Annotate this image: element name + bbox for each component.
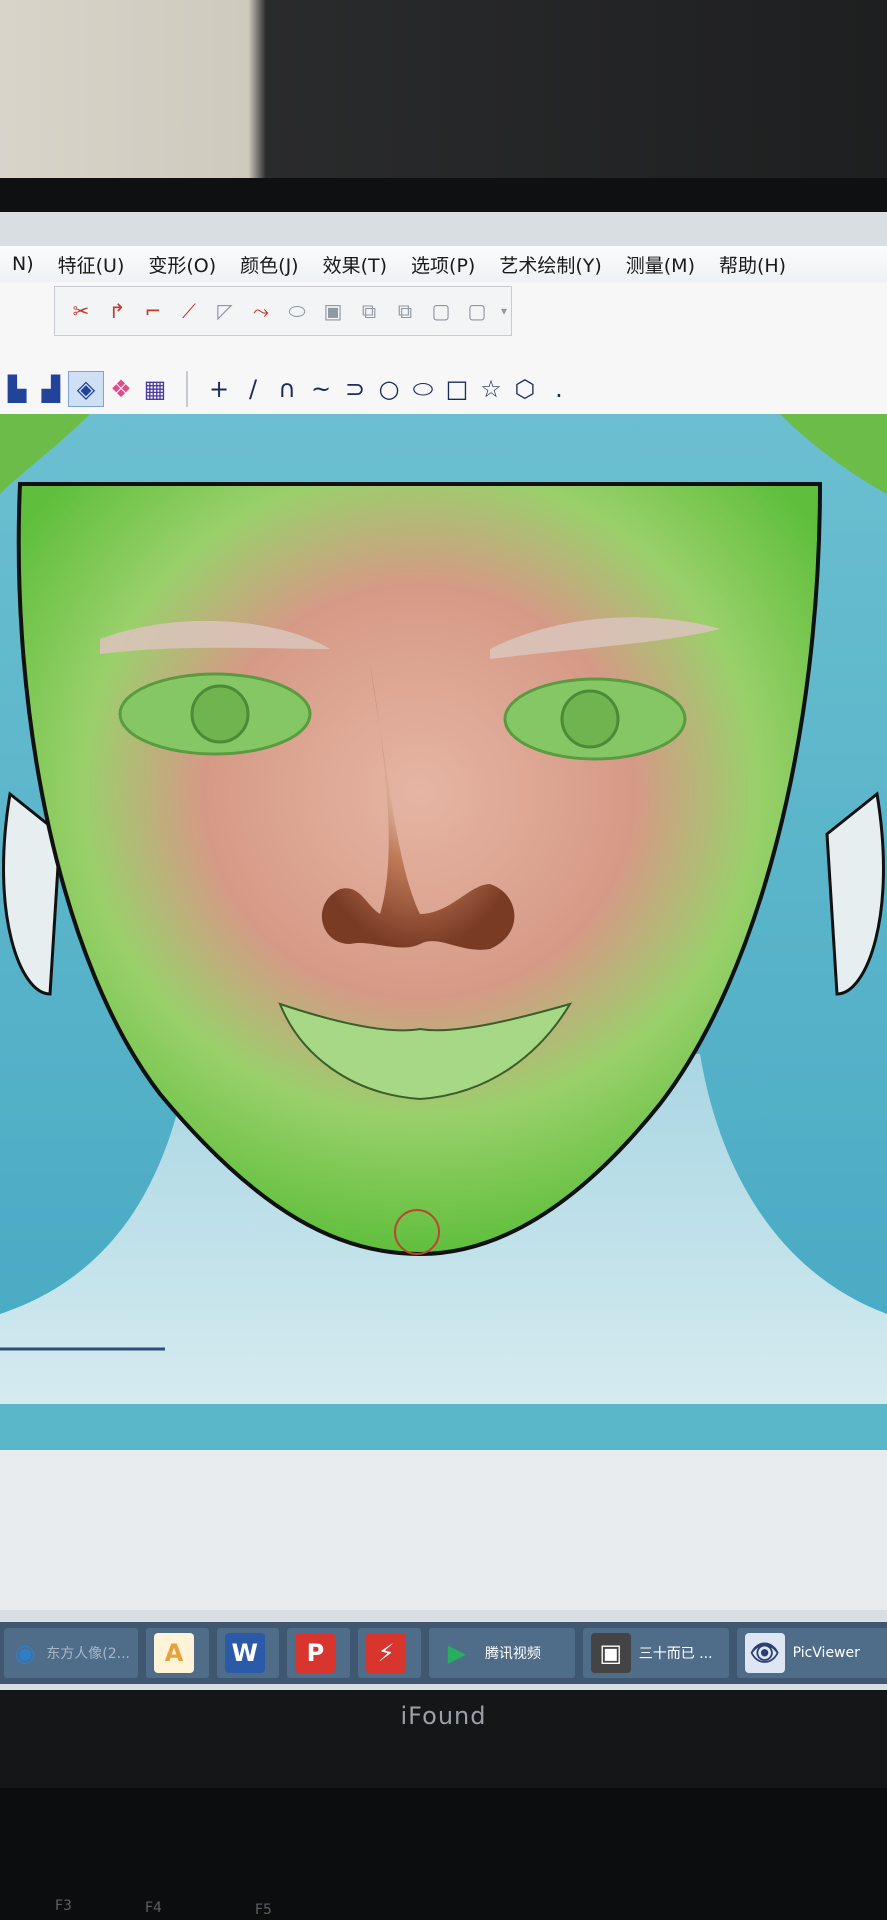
key-f3: F3 <box>55 1898 72 1914</box>
taskbar: ◉ 东方人像(2... A W P ⚡ ▶ 腾讯视频 ▣ 三十而已 ... 👁 … <box>0 1622 887 1684</box>
taskbar-item-p[interactable]: P <box>287 1628 351 1678</box>
hexagon-tool[interactable]: ⬡ <box>508 372 542 406</box>
menu-deform[interactable]: 变形(O) <box>136 251 228 278</box>
stack-squares-icon[interactable]: ⧉ <box>389 295 421 327</box>
menu-features[interactable]: 特征(U) <box>46 251 137 278</box>
taskbar-item-video[interactable]: ▣ 三十而已 ... <box>582 1628 729 1678</box>
grid-icon[interactable]: ▦ <box>138 372 172 406</box>
grey-square-icon[interactable]: ▢ <box>425 295 457 327</box>
room-background <box>0 0 887 200</box>
grey-square-icon-2[interactable]: ▢ <box>461 295 493 327</box>
task-label: 东方人像(2... <box>46 1646 130 1662</box>
square-icon[interactable]: ▣ <box>317 295 349 327</box>
colors-icon[interactable]: ❖ <box>104 372 138 406</box>
rectangle-tool[interactable]: □ <box>440 372 474 406</box>
chart-icon[interactable]: ▟ <box>34 372 68 406</box>
menu-file-partial[interactable]: N) <box>0 253 46 275</box>
task-label: PicViewer <box>792 1645 860 1661</box>
key-f5: F5 <box>255 1902 272 1918</box>
taskbar-item-a[interactable]: A <box>146 1628 209 1678</box>
task-label: 腾讯视频 <box>484 1646 541 1662</box>
app-icon: ◉ <box>14 1639 36 1667</box>
toolbar-separator <box>186 371 188 407</box>
taskbar-item-flash[interactable]: ⚡ <box>358 1628 421 1678</box>
fillet-icon[interactable]: ⌐ <box>137 295 169 327</box>
3d-viewport[interactable] <box>0 414 887 1404</box>
dropdown-icon[interactable]: ▾ <box>497 295 511 327</box>
chamfer-icon[interactable]: ⟋ <box>173 295 205 327</box>
word-icon: W <box>224 1633 265 1673</box>
taskbar-item-portrait[interactable]: ◉ 东方人像(2... <box>4 1628 138 1678</box>
menu-options[interactable]: 选项(P) <box>399 251 487 278</box>
menu-bar: N) 特征(U) 变形(O) 颜色(J) 效果(T) 选项(P) 艺术绘制(Y)… <box>0 246 887 282</box>
flash-app-icon: ⚡ <box>366 1633 407 1673</box>
bar-chart-icon[interactable]: ▙ <box>0 372 34 406</box>
blend-icon[interactable]: ⤳ <box>245 295 277 327</box>
tencent-video-icon: ▶ <box>447 1639 467 1667</box>
shape-toolbar: ▙ ▟ ◈ ❖ ▦ + / ∩ ~ ⊃ ○ ⬭ □ ☆ ⬡ . <box>0 364 887 414</box>
status-strip <box>0 1404 887 1450</box>
lower-panel <box>0 1450 887 1610</box>
mesh-icon[interactable]: ◈ <box>68 371 104 407</box>
menu-help[interactable]: 帮助(H) <box>707 251 798 278</box>
taskbar-item-tencent-video[interactable]: ▶ 腾讯视频 <box>428 1628 575 1678</box>
page-fold-icon[interactable]: ◸ <box>209 295 241 327</box>
more-tools[interactable]: . <box>542 372 576 406</box>
wave-tool[interactable]: ~ <box>304 372 338 406</box>
circle-tool[interactable]: ○ <box>372 372 406 406</box>
star-tool[interactable]: ☆ <box>474 372 508 406</box>
key-f4: F4 <box>145 1900 162 1916</box>
edit-toolbar: ✂ ↱ ⌐ ⟋ ◸ ⤳ ⬭ ▣ ⧉ ⧉ ▢ ▢ ▾ <box>54 286 512 336</box>
picviewer-icon: 👁 <box>744 1633 785 1673</box>
task-label: 三十而已 ... <box>638 1646 713 1662</box>
hook-tool[interactable]: ⊃ <box>338 372 372 406</box>
menu-measure[interactable]: 测量(M) <box>614 251 707 278</box>
menu-color[interactable]: 颜色(J) <box>228 251 310 278</box>
curve-arrow-icon[interactable]: ↱ <box>101 295 133 327</box>
menu-effects[interactable]: 效果(T) <box>311 251 399 278</box>
pill-icon[interactable]: ⬭ <box>281 295 313 327</box>
video-icon: ▣ <box>590 1633 631 1673</box>
line-tool[interactable]: / <box>236 372 270 406</box>
taskbar-item-word[interactable]: W <box>216 1628 280 1678</box>
ellipse-tool[interactable]: ⬭ <box>406 372 440 406</box>
copy-squares-icon[interactable]: ⧉ <box>353 295 385 327</box>
monitor-screen: N) 特征(U) 变形(O) 颜色(J) 效果(T) 选项(P) 艺术绘制(Y)… <box>0 212 887 1690</box>
p-app-icon: P <box>295 1633 336 1673</box>
keyboard-area: F3 F4 F5 <box>0 1788 887 1920</box>
arc-tool[interactable]: ∩ <box>270 372 304 406</box>
monitor-brand: iFound <box>400 1702 487 1730</box>
face-model-render <box>0 414 887 1404</box>
scissors-icon[interactable]: ✂ <box>65 295 97 327</box>
a-app-icon: A <box>154 1633 194 1673</box>
menu-art-draw[interactable]: 艺术绘制(Y) <box>487 251 613 278</box>
plus-tool[interactable]: + <box>202 372 236 406</box>
taskbar-item-picviewer[interactable]: 👁 PicViewer <box>736 1628 887 1678</box>
